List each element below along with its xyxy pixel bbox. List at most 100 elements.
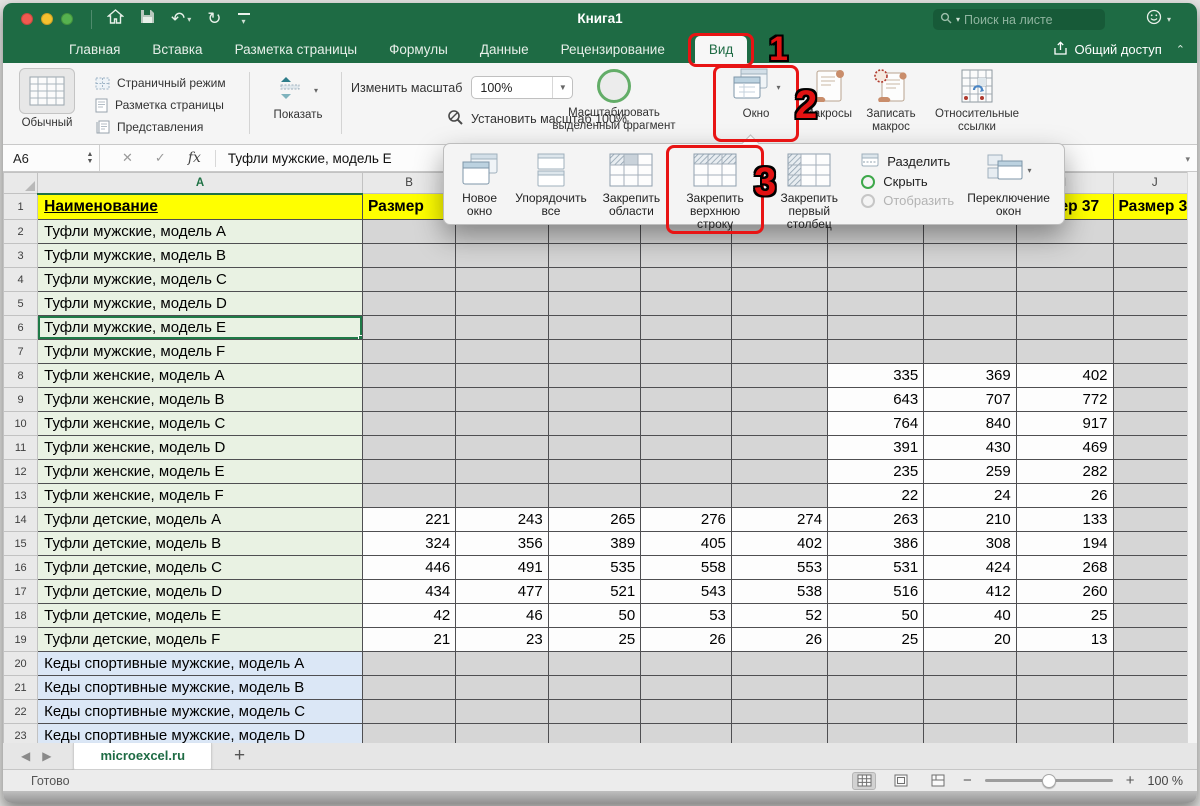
cell-E17[interactable]: 543	[641, 580, 732, 604]
row-header-23[interactable]: 23	[4, 724, 38, 744]
cell-I23[interactable]	[1016, 724, 1113, 744]
cell-I10[interactable]: 917	[1016, 412, 1113, 436]
cell-B2[interactable]	[363, 220, 456, 244]
cell-D17[interactable]: 521	[548, 580, 641, 604]
cell-E16[interactable]: 558	[641, 556, 732, 580]
cell-I16[interactable]: 268	[1016, 556, 1113, 580]
cell-J2[interactable]	[1113, 220, 1196, 244]
cell-C16[interactable]: 491	[456, 556, 549, 580]
select-all-corner[interactable]	[4, 173, 38, 194]
cell-J8[interactable]	[1113, 364, 1196, 388]
cell-D15[interactable]: 389	[548, 532, 641, 556]
cell-H22[interactable]	[924, 700, 1017, 724]
cell-H16[interactable]: 424	[924, 556, 1017, 580]
cell-I14[interactable]: 133	[1016, 508, 1113, 532]
relative-references-button[interactable]: Относительные ссылки	[927, 66, 1027, 133]
cell-F20[interactable]	[731, 652, 827, 676]
row-header-22[interactable]: 22	[4, 700, 38, 724]
cell-F12[interactable]	[731, 460, 827, 484]
zoom-to-selection-button[interactable]: Масштабировать выделенный фрагмент	[548, 67, 680, 132]
cell-H10[interactable]: 840	[924, 412, 1017, 436]
cell-G23[interactable]	[828, 724, 924, 744]
cell-A5[interactable]: Туфли мужские, модель D	[38, 292, 363, 316]
cell-C8[interactable]	[456, 364, 549, 388]
cell-F14[interactable]: 274	[731, 508, 827, 532]
row-header-14[interactable]: 14	[4, 508, 38, 532]
cell-G17[interactable]: 516	[828, 580, 924, 604]
cell-B23[interactable]	[363, 724, 456, 744]
cell-E4[interactable]	[641, 268, 732, 292]
cell-E23[interactable]	[641, 724, 732, 744]
cell-C22[interactable]	[456, 700, 549, 724]
cell-J23[interactable]	[1113, 724, 1196, 744]
cell-G9[interactable]: 643	[828, 388, 924, 412]
cell-F11[interactable]	[731, 436, 827, 460]
cell-J10[interactable]	[1113, 412, 1196, 436]
cell-E5[interactable]	[641, 292, 732, 316]
cell-J13[interactable]	[1113, 484, 1196, 508]
menu-hide[interactable]: Скрыть	[861, 174, 954, 189]
tab-page-layout[interactable]: Разметка страницы	[233, 36, 359, 63]
zoom-slider[interactable]	[985, 779, 1113, 782]
cell-A11[interactable]: Туфли женские, модель D	[38, 436, 363, 460]
cell-A20[interactable]: Кеды спортивные мужские, модель A	[38, 652, 363, 676]
share-button[interactable]: Общий доступ	[1053, 41, 1161, 59]
cell-G12[interactable]: 235	[828, 460, 924, 484]
cell-F10[interactable]	[731, 412, 827, 436]
search-field[interactable]: ▾ Поиск на листе	[933, 9, 1105, 30]
cell-G10[interactable]: 764	[828, 412, 924, 436]
cell-A3[interactable]: Туфли мужские, модель B	[38, 244, 363, 268]
cell-B21[interactable]	[363, 676, 456, 700]
cell-G21[interactable]	[828, 676, 924, 700]
cell-F16[interactable]: 553	[731, 556, 827, 580]
cell-I4[interactable]	[1016, 268, 1113, 292]
cell-H11[interactable]: 430	[924, 436, 1017, 460]
cell-B20[interactable]	[363, 652, 456, 676]
cell-H20[interactable]	[924, 652, 1017, 676]
cell-F18[interactable]: 52	[731, 604, 827, 628]
cell-D21[interactable]	[548, 676, 641, 700]
cell-J11[interactable]	[1113, 436, 1196, 460]
cell-J17[interactable]	[1113, 580, 1196, 604]
cell-H6[interactable]	[924, 316, 1017, 340]
cell-F21[interactable]	[731, 676, 827, 700]
cell-F8[interactable]	[731, 364, 827, 388]
cell-H17[interactable]: 412	[924, 580, 1017, 604]
cell-J22[interactable]	[1113, 700, 1196, 724]
cell-D18[interactable]: 50	[548, 604, 641, 628]
cell-I7[interactable]	[1016, 340, 1113, 364]
cell-A21[interactable]: Кеды спортивные мужские, модель B	[38, 676, 363, 700]
cell-G16[interactable]: 531	[828, 556, 924, 580]
cell-E18[interactable]: 53	[641, 604, 732, 628]
cell-H18[interactable]: 40	[924, 604, 1017, 628]
cell-A7[interactable]: Туфли мужские, модель F	[38, 340, 363, 364]
cell-H3[interactable]	[924, 244, 1017, 268]
cell-I13[interactable]: 26	[1016, 484, 1113, 508]
cell-B4[interactable]	[363, 268, 456, 292]
normal-view-toggle[interactable]	[852, 772, 876, 790]
cell-E14[interactable]: 276	[641, 508, 732, 532]
cell-B8[interactable]	[363, 364, 456, 388]
add-sheet-button[interactable]: +	[234, 745, 245, 767]
cell-H7[interactable]	[924, 340, 1017, 364]
name-box[interactable]: A6 ▲▼	[3, 145, 100, 171]
cell-G13[interactable]: 22	[828, 484, 924, 508]
cell-D11[interactable]	[548, 436, 641, 460]
row-header-15[interactable]: 15	[4, 532, 38, 556]
cell-I9[interactable]: 772	[1016, 388, 1113, 412]
cell-A10[interactable]: Туфли женские, модель C	[38, 412, 363, 436]
cell-G20[interactable]	[828, 652, 924, 676]
cell-C23[interactable]	[456, 724, 549, 744]
cell-D9[interactable]	[548, 388, 641, 412]
cell-I21[interactable]	[1016, 676, 1113, 700]
cell-D19[interactable]: 25	[548, 628, 641, 652]
cell-C12[interactable]	[456, 460, 549, 484]
cell-J21[interactable]	[1113, 676, 1196, 700]
cell-J16[interactable]	[1113, 556, 1196, 580]
cell-F22[interactable]	[731, 700, 827, 724]
feedback-control[interactable]: ▾	[1146, 9, 1171, 30]
cell-G6[interactable]	[828, 316, 924, 340]
cell-J5[interactable]	[1113, 292, 1196, 316]
cell-I19[interactable]: 13	[1016, 628, 1113, 652]
enter-icon[interactable]: ✓	[155, 150, 166, 166]
